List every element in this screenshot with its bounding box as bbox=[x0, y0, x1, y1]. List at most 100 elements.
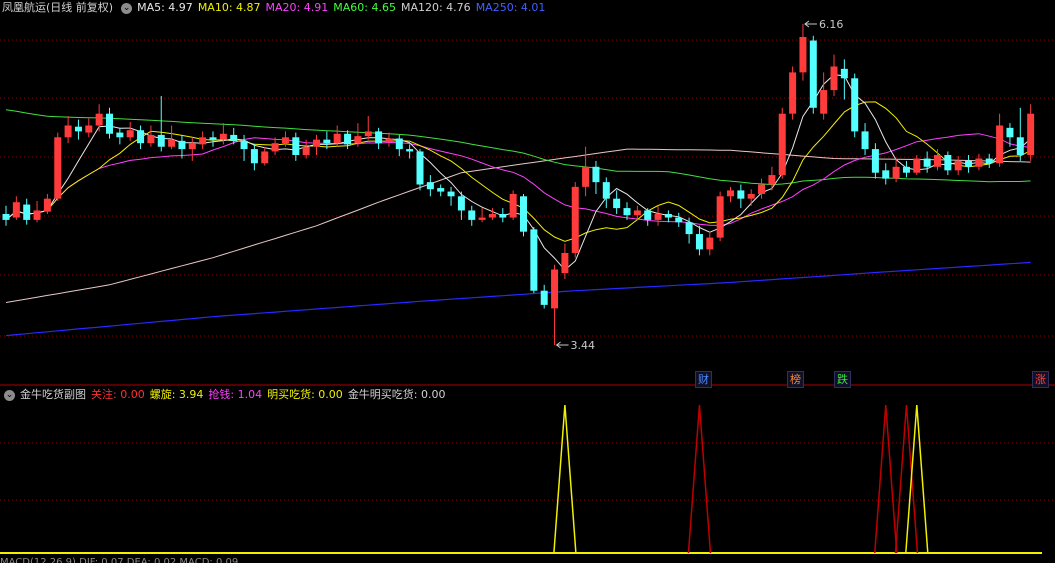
candle-body-up bbox=[1027, 113, 1035, 155]
candle-body-down bbox=[737, 190, 745, 199]
candle-body-up bbox=[913, 158, 921, 173]
low-annotation-label: 3.44 bbox=[571, 339, 596, 352]
candle-body-down bbox=[882, 170, 890, 179]
candle-body-down bbox=[602, 182, 610, 199]
candle-body-down bbox=[623, 208, 631, 216]
candle-body-up bbox=[934, 154, 941, 167]
candle-body-down bbox=[644, 210, 652, 220]
kline-chart[interactable]: 6.16 3.44 bbox=[0, 0, 1055, 563]
candle-body-up bbox=[199, 137, 207, 145]
candle-body-up bbox=[975, 158, 983, 167]
candle-body-down bbox=[520, 196, 527, 232]
candle-body-down bbox=[675, 217, 683, 223]
candle-body-up bbox=[727, 190, 734, 197]
candle-body-down bbox=[395, 138, 403, 150]
candle-body-down bbox=[375, 131, 383, 144]
candle-body-down bbox=[137, 130, 145, 144]
candle-body-down bbox=[499, 214, 507, 218]
candle-body-up bbox=[271, 143, 279, 152]
candle-body-down bbox=[965, 160, 973, 167]
signal-cai[interactable]: 财 bbox=[695, 371, 712, 388]
sub-chart-legend: ⌄ 金牛吃货副图 关注: 0.00 螺旋: 3.94 抢钱: 1.04 明买吃货: 0.0… bbox=[0, 387, 451, 403]
candle-body-up bbox=[478, 217, 486, 220]
candle-body-up bbox=[892, 166, 900, 179]
candle-body-down bbox=[230, 134, 238, 141]
candle-body-down bbox=[902, 166, 910, 173]
candle-body-down bbox=[695, 234, 703, 250]
candle-body-up bbox=[561, 252, 569, 274]
candle-body-down bbox=[871, 149, 879, 173]
candle-body-down bbox=[437, 188, 445, 192]
red-spike bbox=[687, 404, 712, 554]
candle-body-down bbox=[416, 151, 424, 185]
red-spike bbox=[874, 404, 898, 554]
candle-body-up bbox=[354, 136, 362, 144]
ma250-line bbox=[5, 261, 1031, 337]
candle-body-up bbox=[43, 198, 51, 212]
yellow-spike bbox=[553, 404, 577, 554]
candle-body-down bbox=[2, 214, 10, 220]
candle-body-down bbox=[985, 158, 993, 164]
candle-body-up bbox=[488, 214, 496, 218]
candle-body-down bbox=[468, 210, 476, 220]
signal-zhang[interactable]: 涨 bbox=[1032, 371, 1049, 388]
candle-body-up bbox=[333, 133, 341, 144]
candle-body-down bbox=[178, 140, 186, 150]
signal-die[interactable]: 跌 bbox=[834, 371, 851, 388]
luoxuan-label: 螺旋: 3.94 bbox=[149, 388, 204, 401]
candle-body-down bbox=[323, 139, 331, 144]
candle-body-up bbox=[95, 113, 103, 126]
candle-body-down bbox=[344, 133, 352, 145]
candle-body-up bbox=[126, 130, 134, 138]
candle-body-up bbox=[820, 90, 828, 114]
candle-body-down bbox=[116, 132, 124, 138]
signal-bang[interactable]: 榜 bbox=[787, 371, 804, 388]
candle-body-down bbox=[457, 196, 465, 211]
candle-body-down bbox=[250, 149, 258, 164]
candle-body-up bbox=[385, 138, 393, 143]
candle-body-down bbox=[157, 134, 165, 147]
candle-body-up bbox=[261, 151, 269, 164]
candle-body-down bbox=[74, 126, 82, 132]
candle-body-down bbox=[406, 149, 414, 152]
candle-body-up bbox=[168, 139, 176, 147]
candle-body-down bbox=[840, 68, 848, 79]
candle-body-up bbox=[654, 214, 662, 220]
candle-body-up bbox=[799, 36, 807, 73]
candle-body-up bbox=[633, 210, 641, 216]
candle-body-down bbox=[530, 229, 538, 291]
candle-body-down bbox=[292, 137, 300, 155]
candle-body-up bbox=[758, 184, 766, 194]
candle-body-down bbox=[240, 140, 248, 150]
candle-body-up bbox=[85, 125, 93, 133]
candle-body-up bbox=[364, 131, 372, 137]
ma20-line bbox=[5, 133, 1031, 227]
qiangqian-label: 抢钱: 1.04 bbox=[208, 388, 263, 401]
candle-body-up bbox=[33, 210, 41, 220]
mingmai-label: 明买吃货: 0.00 bbox=[267, 388, 343, 401]
sub-indicator-title[interactable]: 金牛吃货副图 bbox=[20, 388, 86, 401]
candle-body-down bbox=[106, 113, 113, 134]
candle-body-up bbox=[582, 166, 590, 187]
macd-legend-strip: MACD(12,26,9) DIF: 0.07 DEA: 0.02 MACD: … bbox=[0, 557, 239, 563]
candle-body-up bbox=[778, 113, 786, 176]
candle-body-down bbox=[923, 158, 931, 167]
candle-body-up bbox=[706, 237, 714, 250]
candle-body-down bbox=[944, 154, 952, 171]
candle-body-up bbox=[996, 125, 1004, 164]
collapse-chevron-icon[interactable]: ⌄ bbox=[4, 389, 15, 401]
candle-body-down bbox=[685, 222, 693, 235]
candle-body-up bbox=[747, 193, 755, 199]
candle-body-up bbox=[54, 137, 62, 199]
candle-body-up bbox=[716, 196, 724, 238]
high-annotation-label: 6.16 bbox=[819, 18, 844, 31]
candle-body-down bbox=[851, 78, 859, 132]
yellow-spike bbox=[905, 404, 929, 554]
candle-body-up bbox=[147, 134, 155, 144]
candle-body-up bbox=[188, 143, 196, 150]
candle-body-up bbox=[509, 193, 517, 218]
candle-body-up bbox=[954, 160, 962, 171]
candle-body-down bbox=[613, 198, 621, 209]
candle-body-down bbox=[209, 137, 217, 140]
candle-body-up bbox=[768, 175, 776, 185]
